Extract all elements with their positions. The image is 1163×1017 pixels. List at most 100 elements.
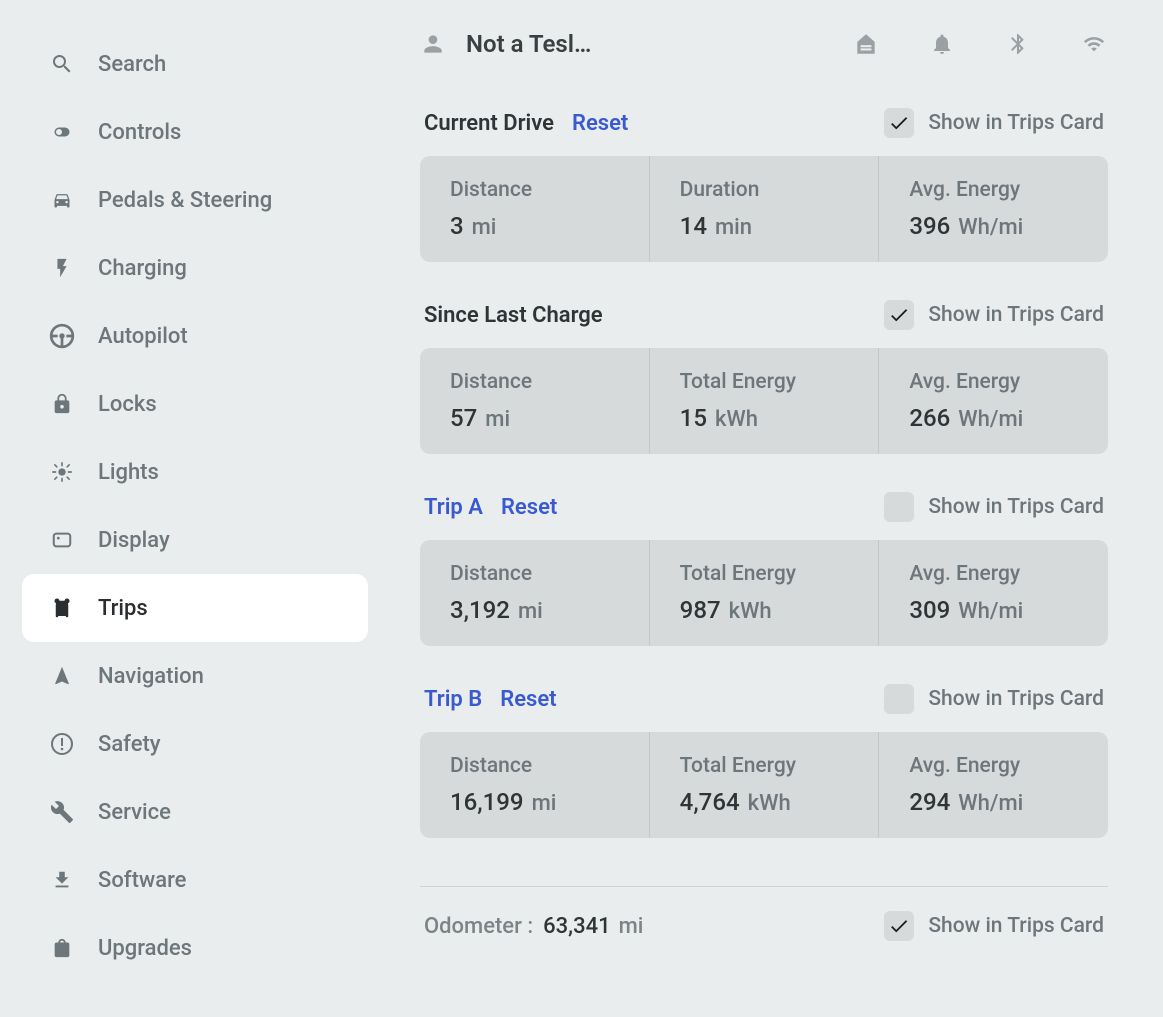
sidebar-item-charging[interactable]: Charging [0,234,390,302]
checkbox-icon[interactable] [884,492,914,522]
stat-value: 266 [909,404,950,432]
sidebar-item-label: Navigation [98,664,204,689]
sidebar-item-label: Trips [98,596,148,621]
reset-link[interactable]: Reset [500,687,556,712]
section-title[interactable]: Trip A [424,495,483,520]
trip-section: Since Last ChargeShow in Trips Card Dista… [420,300,1108,454]
reset-link[interactable]: Reset [501,495,557,520]
profile-name: Not a Tesl… [466,30,591,58]
odometer-row: Odometer : 63,341 mi Show in Trips Card [420,911,1108,941]
stat-label: Distance [450,370,619,394]
sidebar-item-service[interactable]: Service [0,778,390,846]
trip-section: Current Drive Reset Show in Trips Card Dist… [420,108,1108,262]
odometer-show-toggle[interactable]: Show in Trips Card [884,911,1104,941]
stat-cell: Avg. Energy266Wh/mi [879,348,1108,454]
show-in-card-toggle[interactable]: Show in Trips Card [884,108,1104,138]
stat-cell: Total Energy 987 kWh [650,540,880,646]
bolt-icon [48,254,76,282]
section-header: Trip A Reset Show in Trips Card [420,492,1108,522]
stat-unit: mi [518,599,543,624]
download-icon [48,866,76,894]
section-title: Current Drive [424,111,554,136]
stat-row: Distance57miTotal Energy15kWhAvg. Energy… [420,348,1108,454]
show-in-card-toggle[interactable]: Show in Trips Card [884,684,1104,714]
trips-icon [48,594,76,622]
sidebar-item-trips[interactable]: Trips [22,574,368,642]
reset-link[interactable]: Reset [572,111,628,136]
checkbox-icon[interactable] [884,108,914,138]
stat-label: Avg. Energy [909,178,1078,202]
profile-button[interactable]: Not a Tesl… [420,30,591,58]
stat-unit: Wh/mi [958,407,1023,432]
sidebar-item-label: Display [98,528,170,553]
sidebar-item-lights[interactable]: Lights [0,438,390,506]
stat-label: Avg. Energy [909,754,1078,778]
show-label: Show in Trips Card [928,303,1104,327]
stat-value: 3,192 [450,596,510,624]
sidebar-item-pedals[interactable]: Pedals & Steering [0,166,390,234]
show-label: Show in Trips Card [928,687,1104,711]
stat-value: 3 [450,212,464,240]
section-header: Trip B Reset Show in Trips Card [420,684,1108,714]
sidebar-item-navigation[interactable]: Navigation [0,642,390,710]
bag-icon [48,934,76,962]
sidebar-item-search[interactable]: Search [0,30,390,98]
stat-unit: kWh [715,407,758,432]
sidebar-item-locks[interactable]: Locks [0,370,390,438]
toggle-icon [48,118,76,146]
trip-section: Trip B Reset Show in Trips Card Distance16,… [420,684,1108,838]
sidebar-item-label: Controls [98,120,181,145]
show-label: Show in Trips Card [928,495,1104,519]
sidebar-item-label: Software [98,868,186,893]
sidebar-item-autopilot[interactable]: Autopilot [0,302,390,370]
sidebar-item-label: Lights [98,460,159,485]
stat-cell: Distance57mi [420,348,650,454]
stat-label: Distance [450,562,619,586]
sidebar-item-safety[interactable]: Safety [0,710,390,778]
stat-value: 14 [680,212,707,240]
stat-label: Total Energy [680,562,849,586]
show-in-card-toggle[interactable]: Show in Trips Card [884,492,1104,522]
main-panel: Not a Tesl… Current Drive Reset Show in Tr… [390,0,1163,1017]
sidebar-item-display[interactable]: Display [0,506,390,574]
stat-unit: kWh [729,599,772,624]
stat-cell: Distance16,199mi [420,732,650,838]
checkbox-icon[interactable] [884,684,914,714]
odometer-unit: mi [619,914,644,939]
bell-icon[interactable] [928,30,956,58]
homelink-icon[interactable] [852,30,880,58]
show-in-card-toggle[interactable]: Show in Trips Card [884,300,1104,330]
sidebar-item-label: Safety [98,732,161,757]
stat-cell: Total Energy4,764kWh [650,732,880,838]
sidebar-item-label: Locks [98,392,157,417]
sidebar-item-software[interactable]: Software [0,846,390,914]
section-header: Since Last ChargeShow in Trips Card [420,300,1108,330]
stat-label: Distance [450,178,619,202]
checkbox-icon[interactable] [884,300,914,330]
stat-cell: Distance3mi [420,156,650,262]
stat-cell: Total Energy15kWh [650,348,880,454]
stat-row: Distance3,192miTotal Energy987kWhAvg. En… [420,540,1108,646]
sidebar-item-label: Autopilot [98,324,188,349]
sidebar-item-label: Upgrades [98,936,192,961]
checkbox-icon[interactable] [884,911,914,941]
section-title[interactable]: Trip B [424,687,482,712]
stat-unit: Wh/mi [958,599,1023,624]
wifi-icon[interactable] [1080,30,1108,58]
section-header: Current Drive Reset Show in Trips Card [420,108,1108,138]
stat-value: 987 [680,596,721,624]
person-icon [420,30,448,58]
steering-icon [48,322,76,350]
sidebar: Search Controls Pedals & Steering Chargi… [0,0,390,1017]
stat-label: Duration [680,178,849,202]
sidebar-item-controls[interactable]: Controls [0,98,390,166]
bluetooth-icon[interactable] [1004,30,1032,58]
trip-section: Trip A Reset Show in Trips Card Distance 3,1… [420,492,1108,646]
sidebar-item-label: Service [98,800,171,825]
show-label: Show in Trips Card [928,914,1104,938]
search-icon [48,50,76,78]
sidebar-item-upgrades[interactable]: Upgrades [0,914,390,982]
stat-value: 294 [909,788,950,816]
show-label: Show in Trips Card [928,111,1104,135]
sidebar-item-label: Search [98,52,166,77]
